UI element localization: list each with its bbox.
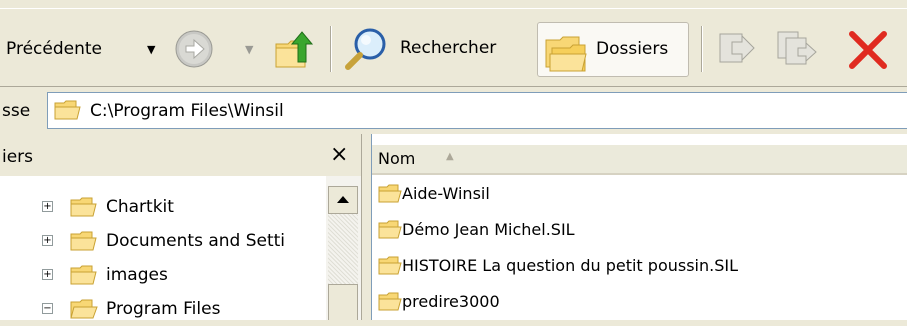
folder-open-icon [70, 299, 98, 319]
back-button-label: Précédente [6, 39, 102, 59]
folders-button-label: Dossiers [596, 39, 669, 59]
folder-icon [378, 220, 402, 239]
address-path: C:\Program Files\Winsil [90, 101, 284, 121]
search-magnifier-icon [345, 28, 386, 70]
list-item[interactable]: Aide-Winsil [378, 178, 903, 213]
address-input[interactable]: C:\Program Files\Winsil [47, 92, 907, 129]
toolbar-separator [330, 26, 332, 72]
move-to-button[interactable] [714, 26, 760, 72]
sort-ascending-icon: ▲ [446, 151, 454, 162]
folders-pane: iers × + Chartkit + Documents and Setti … [0, 134, 362, 320]
folder-icon [54, 100, 81, 120]
toolbar-separator [701, 26, 703, 72]
delete-x-icon [849, 31, 887, 69]
delete-button[interactable] [846, 28, 892, 72]
folders-pane-title: iers [2, 147, 34, 167]
scroll-track[interactable] [328, 214, 358, 284]
list-item[interactable]: HISTOIRE La question du petit poussin.SI… [378, 250, 903, 285]
list-item[interactable]: Démo Jean Michel.SIL [378, 214, 903, 249]
expand-plus-icon[interactable]: + [42, 269, 53, 280]
expand-plus-icon[interactable]: + [42, 235, 53, 246]
copy-to-button[interactable] [774, 26, 822, 72]
column-header-name[interactable]: Nom ▲ [372, 145, 907, 175]
tree-item[interactable]: + Chartkit [0, 190, 330, 224]
toolbar-bottom-rule [0, 86, 907, 87]
address-label: sse [2, 101, 31, 121]
forward-button[interactable] [172, 28, 220, 70]
tree-item[interactable]: + images [0, 258, 330, 292]
list-item-label: HISTOIRE La question du petit poussin.SI… [402, 256, 738, 275]
close-icon[interactable]: × [330, 142, 348, 167]
toolbar: Précédente ▼ ▼ Rechercher Dossiers [0, 0, 907, 88]
tree-item-label: Chartkit [106, 197, 174, 217]
tree-item-label: Program Files [106, 299, 221, 319]
tree-item-label: images [106, 265, 168, 285]
tree-item-label: Documents and Setti [106, 231, 286, 251]
tree-item[interactable]: − Program Files [0, 292, 330, 326]
search-button-label: Rechercher [400, 38, 497, 58]
file-list-pane: Nom ▲ Aide-Winsil Démo Jean Michel.SIL H… [371, 134, 907, 320]
folders-icon [545, 36, 587, 72]
folder-icon [378, 292, 402, 311]
folder-icon [70, 231, 97, 251]
tree-item[interactable]: + Documents and Setti [0, 224, 330, 258]
scroll-up-arrow-icon [337, 196, 349, 203]
folder-up-icon [275, 31, 314, 68]
folder-icon [378, 256, 402, 275]
up-folder-button[interactable] [272, 26, 318, 72]
folder-icon [70, 197, 97, 217]
back-button[interactable]: Précédente ▼ [0, 30, 165, 70]
move-to-icon [719, 33, 755, 63]
toolbar-top-rule [0, 8, 907, 9]
folders-button[interactable]: Dossiers [537, 22, 689, 77]
collapse-minus-icon[interactable]: − [42, 303, 53, 314]
scroll-thumb[interactable] [328, 284, 358, 320]
list-item-label: Aide-Winsil [402, 184, 490, 203]
folder-icon [70, 265, 97, 285]
expand-plus-icon[interactable]: + [42, 201, 53, 212]
column-header-label: Nom [378, 149, 416, 168]
forward-dropdown-arrow-icon[interactable]: ▼ [245, 43, 253, 56]
folders-pane-header: iers × [0, 134, 361, 176]
back-dropdown-arrow-icon[interactable]: ▼ [147, 43, 155, 56]
scroll-up-button[interactable] [328, 186, 358, 214]
list-item-label: predire3000 [402, 292, 500, 311]
list-item[interactable]: predire3000 [378, 286, 903, 321]
address-bar: sse C:\Program Files\Winsil [0, 89, 907, 133]
list-item-label: Démo Jean Michel.SIL [402, 220, 575, 239]
folders-scrollbar[interactable] [326, 176, 361, 320]
copy-to-icon [777, 31, 817, 65]
folder-icon [378, 184, 402, 203]
forward-arrow-icon [175, 30, 213, 68]
search-button[interactable]: Rechercher [342, 24, 528, 74]
